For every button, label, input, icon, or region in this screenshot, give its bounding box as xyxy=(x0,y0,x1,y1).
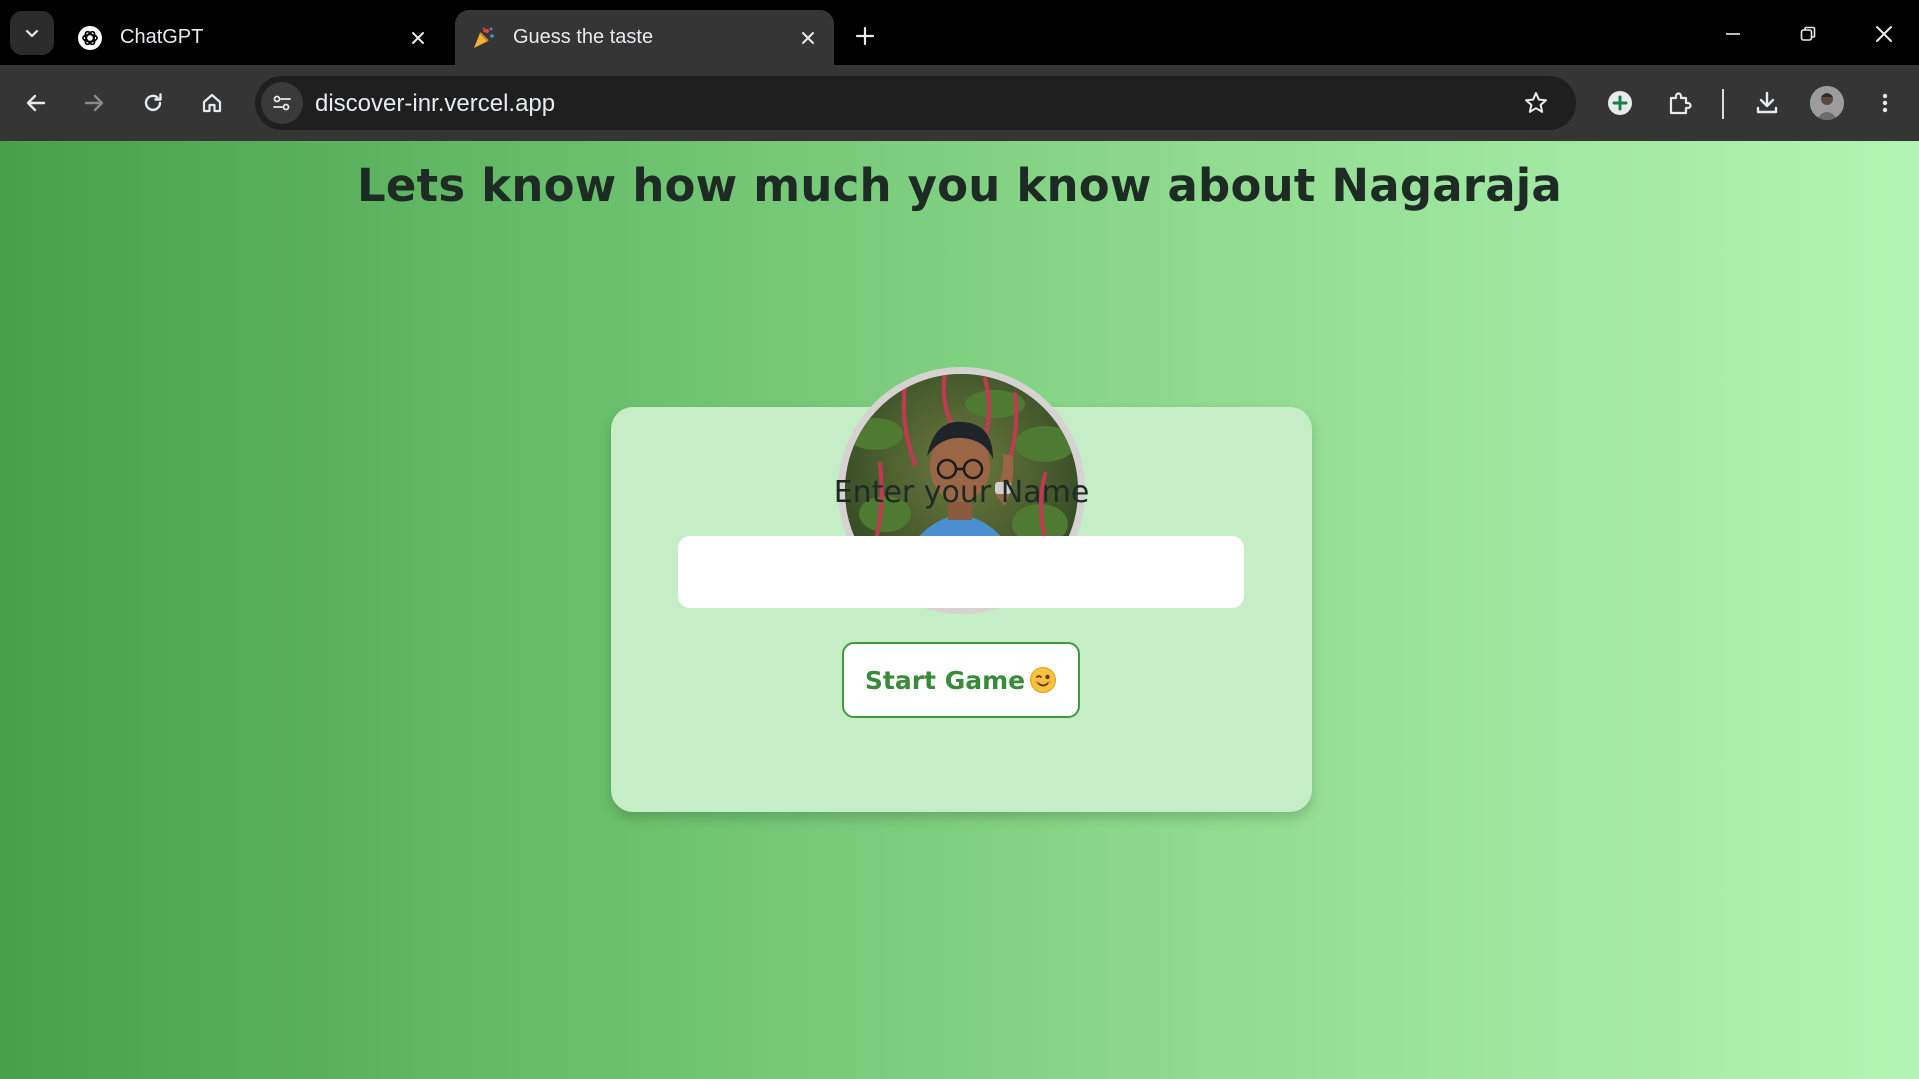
start-game-label: Start Game xyxy=(864,665,1026,695)
tune-icon xyxy=(273,95,291,111)
more-vert-icon xyxy=(1882,93,1888,113)
close-icon xyxy=(1876,26,1892,42)
site-info-button[interactable] xyxy=(261,82,303,124)
address-bar[interactable]: discover-inr.vercel.app xyxy=(255,76,1576,130)
bookmark-star-button[interactable] xyxy=(1518,85,1554,121)
tab-title: ChatGPT xyxy=(120,26,204,48)
tab-chatgpt[interactable]: ChatGPT xyxy=(62,10,444,65)
restore-button[interactable] xyxy=(1786,12,1830,56)
arrow-left-icon xyxy=(26,94,46,112)
page-content: Lets know how much you know about Nagara… xyxy=(0,141,1919,1079)
download-icon xyxy=(1756,91,1778,114)
tab-guess-the-taste[interactable]: Guess the taste xyxy=(455,10,834,65)
plus-icon xyxy=(855,26,875,46)
profile-avatar[interactable] xyxy=(1810,86,1844,120)
page-title: Lets know how much you know about Nagara… xyxy=(357,159,1562,212)
plus-circle-icon xyxy=(1608,91,1632,115)
arrow-right-icon xyxy=(84,94,104,112)
reload-button[interactable] xyxy=(132,82,174,124)
minimize-icon xyxy=(1726,33,1740,35)
tab-search-button[interactable] xyxy=(10,11,54,55)
reload-icon xyxy=(144,93,162,112)
home-button[interactable] xyxy=(191,82,233,124)
downloads-button[interactable] xyxy=(1746,82,1788,124)
tab-title: Guess the taste xyxy=(513,26,654,48)
party-popper-icon xyxy=(469,24,497,52)
chatgpt-extension-button[interactable] xyxy=(1599,82,1641,124)
toolbar-divider xyxy=(1722,89,1724,119)
new-tab-button[interactable] xyxy=(845,16,885,56)
close-icon[interactable] xyxy=(792,22,824,54)
minimize-button[interactable] xyxy=(1711,12,1755,56)
home-icon xyxy=(202,93,222,113)
close-window-button[interactable] xyxy=(1862,12,1906,56)
forward-button[interactable] xyxy=(73,82,115,124)
menu-button[interactable] xyxy=(1864,82,1906,124)
star-icon xyxy=(1525,92,1547,113)
winking-face-icon xyxy=(1029,666,1057,694)
restore-icon xyxy=(1800,26,1816,41)
tab-strip: ChatGPT Guess the taste xyxy=(0,0,1919,65)
chatgpt-logo-icon xyxy=(76,24,104,52)
puzzle-icon xyxy=(1669,92,1692,115)
back-button[interactable] xyxy=(15,82,57,124)
extensions-button[interactable] xyxy=(1659,82,1701,124)
start-game-button[interactable]: Start Game xyxy=(842,642,1080,718)
browser-toolbar: discover-inr.vercel.app xyxy=(0,65,1919,141)
url-text[interactable]: discover-inr.vercel.app xyxy=(315,90,555,118)
close-icon[interactable] xyxy=(402,22,434,54)
name-label: Enter your Name xyxy=(833,475,1090,510)
chevron-down-icon xyxy=(25,29,39,38)
name-input[interactable] xyxy=(678,536,1244,608)
